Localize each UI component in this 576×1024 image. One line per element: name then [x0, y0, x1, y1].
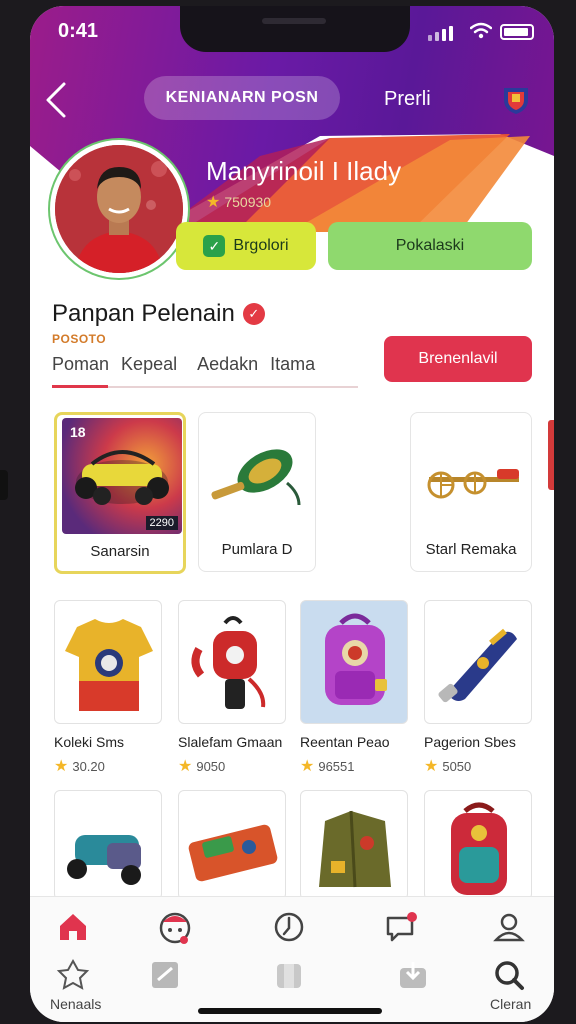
- phone-screen: 0:41 KENIANARN POSN Prerli Manyrinoil I …: [30, 6, 554, 1022]
- filter-tab[interactable]: Poman: [52, 350, 109, 379]
- sling-bag-illustration: [191, 616, 266, 709]
- product-image: [424, 600, 532, 724]
- product-image: [54, 600, 162, 724]
- filter-tab[interactable]: Kepeal: [121, 350, 177, 379]
- product-price: ★ 30.20: [54, 756, 162, 776]
- verified-icon: ✓: [242, 303, 265, 325]
- explore-icon[interactable]: [56, 958, 90, 992]
- section-title: Panpan Pelenain ✓: [52, 300, 265, 328]
- home-icon[interactable]: [56, 910, 90, 944]
- secondary-action-button[interactable]: Pokalaski: [328, 222, 532, 270]
- image-edit-icon[interactable]: [148, 958, 182, 992]
- section-subtitle: POSOTO: [52, 332, 107, 346]
- product-price: ★ 9050: [178, 756, 286, 776]
- nav-label-home[interactable]: Nenaals: [50, 996, 101, 1012]
- filter-tab[interactable]: Aedakn: [197, 350, 258, 379]
- product-card[interactable]: [54, 790, 162, 900]
- product-image: [54, 790, 162, 900]
- mascot-icon[interactable]: [158, 910, 192, 944]
- product-price: ★ 5050: [424, 756, 532, 776]
- product-name: Slalefam Gmaan: [178, 734, 283, 750]
- signal-icon: [428, 26, 453, 41]
- search-icon[interactable]: [492, 958, 526, 992]
- nav-label-search[interactable]: Cleran: [490, 996, 531, 1012]
- profile-icon[interactable]: [492, 910, 526, 944]
- product-image: [178, 600, 286, 724]
- section-title-text: Panpan Pelenain: [52, 300, 235, 327]
- tab-active-pill[interactable]: KENIANARN POSN: [144, 76, 340, 120]
- featured-card[interactable]: 18 2290 Sanarsin: [54, 412, 186, 574]
- cannon-illustration: [427, 469, 519, 499]
- side-button: [0, 470, 8, 500]
- product-price-value: 96551: [318, 758, 355, 774]
- star-icon: ★: [300, 758, 315, 775]
- product-price-value: 30.20: [72, 758, 105, 774]
- cta-button[interactable]: Brenenlavil: [384, 336, 532, 382]
- download-box-icon[interactable]: [396, 958, 430, 992]
- backpack-illustration: [325, 613, 387, 705]
- jersey-illustration: [65, 619, 153, 711]
- product-name: Koleki Sms: [54, 734, 125, 750]
- product-card[interactable]: Slalefam Gmaan ★ 9050: [178, 600, 286, 776]
- jacket-illustration: [319, 810, 391, 888]
- player-portrait: [55, 145, 183, 273]
- filter-tab[interactable]: Itama: [270, 350, 315, 379]
- clock-icon[interactable]: [272, 910, 306, 944]
- star-icon: ★: [178, 758, 193, 775]
- battery-icon: [500, 24, 534, 40]
- star-icon: ★: [424, 758, 439, 775]
- ball-key-illustration: [211, 449, 301, 506]
- club-crest-icon[interactable]: [500, 84, 532, 116]
- scroll-edge-indicator: [548, 420, 554, 490]
- card-image: 18 2290: [62, 418, 182, 534]
- card-price-tag: 2290: [145, 516, 178, 530]
- product-image: [178, 790, 286, 900]
- featured-card[interactable]: Starl Remaka: [410, 412, 532, 572]
- toy-car-illustration: [67, 835, 141, 885]
- home-indicator: [198, 1008, 382, 1014]
- card-label: Starl Remaka: [425, 541, 517, 558]
- back-arrow-icon[interactable]: [42, 80, 72, 120]
- product-card[interactable]: Pagerion Sbes ★ 5050: [424, 600, 532, 776]
- product-image: [300, 790, 408, 900]
- card-label: Sanarsin: [90, 543, 150, 560]
- product-name: Pagerion Sbes: [424, 734, 516, 750]
- primary-action-button[interactable]: ✓ Brgolori: [176, 222, 316, 270]
- profile-name: Manyrinoil I Ilady: [206, 156, 402, 186]
- profile-rating: ★ 750930: [206, 192, 271, 212]
- chat-notification-icon[interactable]: [384, 910, 418, 944]
- star-icon: ★: [54, 758, 69, 775]
- archive-icon[interactable]: [272, 958, 306, 992]
- card-label: Pumlara D: [221, 541, 293, 558]
- device-notch: [180, 6, 410, 52]
- filter-tabs: Poman Kepeal Aedakn Itama: [52, 350, 315, 379]
- wifi-icon: [470, 22, 492, 39]
- status-time: 0:41: [58, 20, 99, 42]
- wallet-illustration: [188, 824, 278, 882]
- product-card[interactable]: [300, 790, 408, 900]
- tab-secondary[interactable]: Prerli: [384, 88, 431, 111]
- shield-check-icon: ✓: [203, 235, 226, 257]
- primary-action-label: Brgolori: [233, 237, 289, 254]
- product-name: Reentan Peao: [300, 734, 390, 750]
- profile-avatar[interactable]: [50, 140, 188, 278]
- product-card[interactable]: [178, 790, 286, 900]
- product-price: ★ 96551: [300, 756, 408, 776]
- star-icon: ★: [206, 194, 221, 211]
- backpack-red-illustration: [451, 802, 507, 895]
- scarf-roll-illustration: [438, 628, 517, 703]
- product-card[interactable]: Reentan Peao ★ 96551: [300, 600, 408, 776]
- speaker-grille: [262, 18, 326, 24]
- profile-rating-value: 750930: [224, 194, 272, 210]
- featured-card[interactable]: Pumlara D: [198, 412, 316, 572]
- active-tab-indicator: [52, 385, 108, 388]
- product-image: [424, 790, 532, 900]
- product-card[interactable]: [424, 790, 532, 900]
- product-price-value: 5050: [442, 758, 472, 774]
- product-image: [300, 600, 408, 724]
- product-card[interactable]: Koleki Sms ★ 30.20: [54, 600, 162, 776]
- card-rank-badge: 18: [70, 424, 86, 440]
- product-price-value: 9050: [196, 758, 226, 774]
